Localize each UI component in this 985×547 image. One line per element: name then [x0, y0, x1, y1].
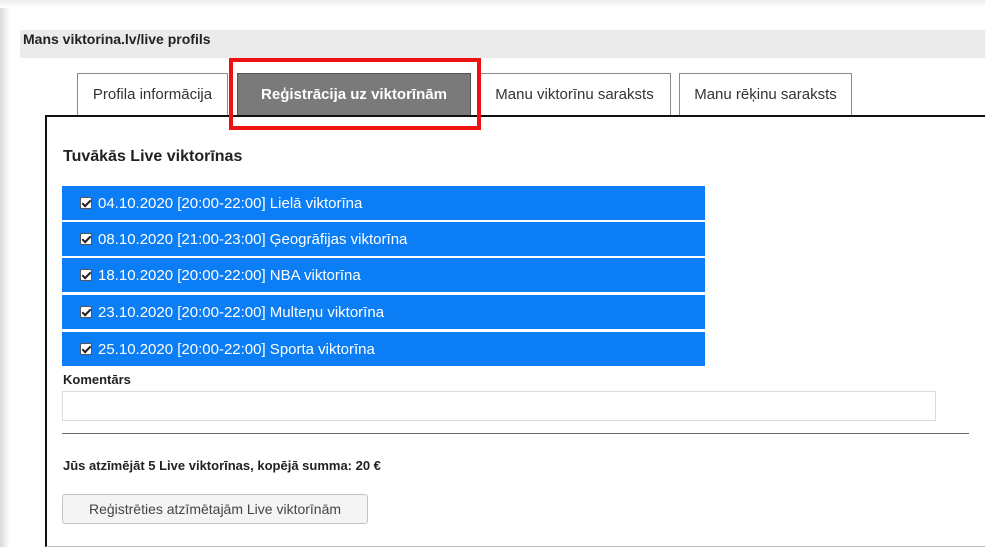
comment-input[interactable] [62, 391, 936, 421]
checkbox-checked-icon[interactable] [80, 233, 92, 245]
tab-my-invoice-list[interactable]: Manu rēķinu saraksts [679, 73, 852, 115]
section-title: Tuvākās Live viktorīnas [63, 148, 243, 165]
selection-summary: Jūs atzīmējāt 5 Live viktorīnas, kopējā … [63, 458, 381, 473]
quiz-item-label: 18.10.2020 [20:00-22:00] NBA viktorīna [98, 266, 361, 284]
tab-content-panel [45, 115, 985, 547]
checkbox-checked-icon[interactable] [80, 306, 92, 318]
top-edge-shadow [0, 0, 985, 8]
section-divider [62, 433, 969, 434]
quiz-item[interactable]: 18.10.2020 [20:00-22:00] NBA viktorīna [62, 258, 705, 292]
tab-profile-info[interactable]: Profila informācija [77, 73, 228, 115]
quiz-item[interactable]: 08.10.2020 [21:00-23:00] Ģeogrāfijas vik… [62, 222, 705, 256]
quiz-item-label: 04.10.2020 [20:00-22:00] Lielā viktorīna [98, 194, 363, 212]
checkbox-checked-icon[interactable] [80, 197, 92, 209]
comment-label: Komentārs [63, 372, 131, 387]
quiz-item[interactable]: 23.10.2020 [20:00-22:00] Multeņu viktorī… [62, 295, 705, 329]
register-button[interactable]: Reģistrēties atzīmētajām Live viktorīnām [62, 494, 368, 524]
left-edge-shadow [0, 0, 10, 547]
highlight-annotation-box [229, 58, 481, 130]
page-title: Mans viktorina.lv/live profils [23, 31, 211, 47]
quiz-item-label: 23.10.2020 [20:00-22:00] Multeņu viktorī… [98, 303, 385, 321]
quiz-item[interactable]: 25.10.2020 [20:00-22:00] Sporta viktorīn… [62, 332, 705, 366]
checkbox-checked-icon[interactable] [80, 343, 92, 355]
tab-my-quiz-list[interactable]: Manu viktorīnu saraksts [478, 73, 671, 115]
checkbox-checked-icon[interactable] [80, 269, 92, 281]
quiz-item[interactable]: 04.10.2020 [20:00-22:00] Lielā viktorīna [62, 186, 705, 220]
quiz-item-label: 08.10.2020 [21:00-23:00] Ģeogrāfijas vik… [98, 230, 408, 248]
quiz-item-label: 25.10.2020 [20:00-22:00] Sporta viktorīn… [98, 340, 375, 358]
